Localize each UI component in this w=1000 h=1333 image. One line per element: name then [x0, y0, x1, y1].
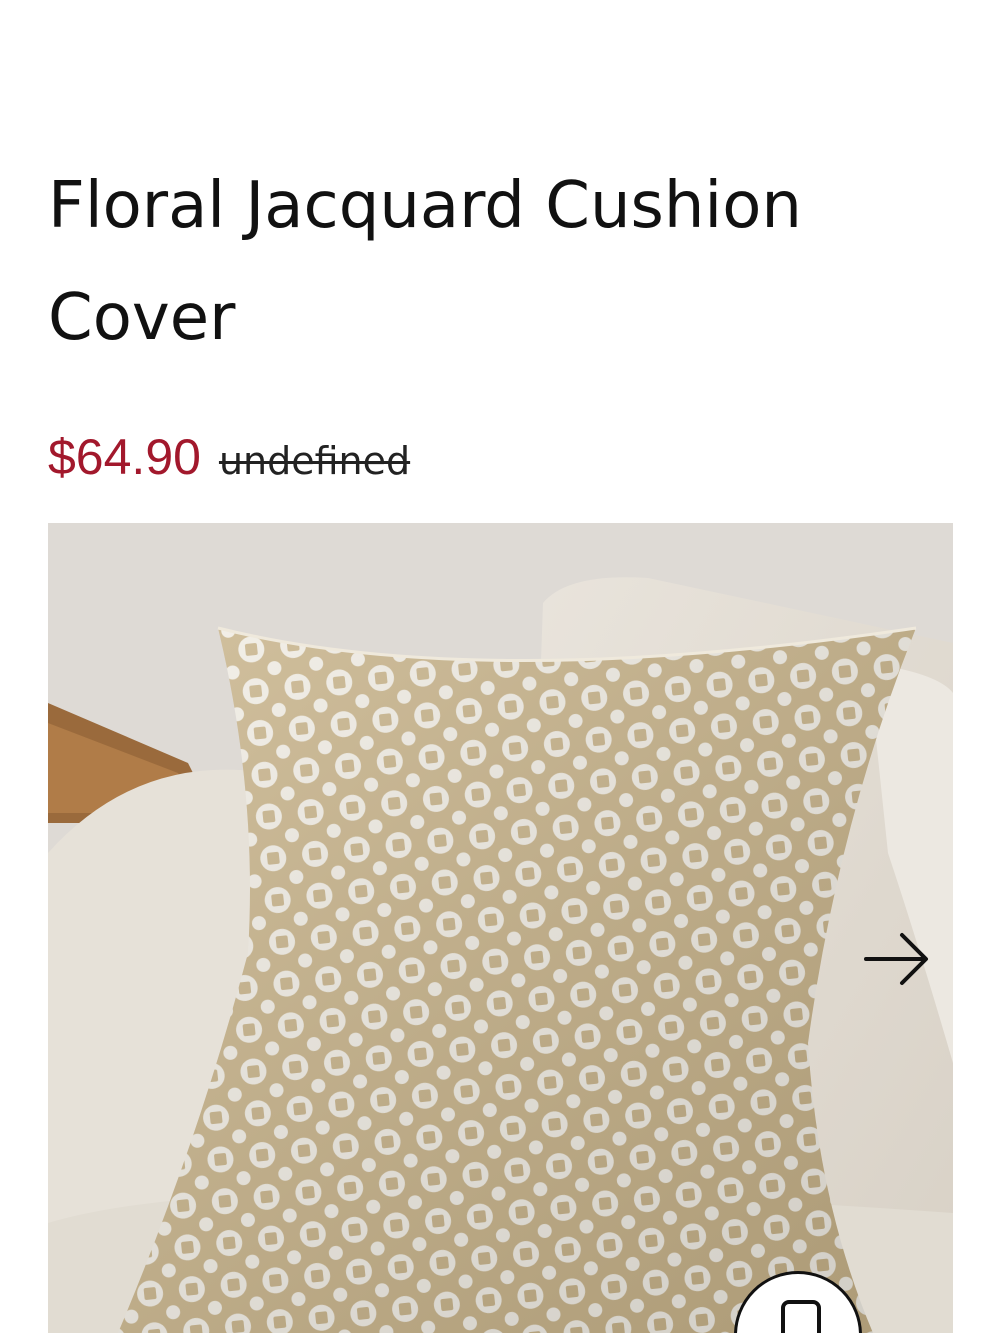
product-title: Floral Jacquard Cushion Cover [48, 169, 802, 355]
product-image-gallery[interactable] [48, 523, 953, 1333]
product-page: Floral Jacquard Cushion Cover $64.90 und… [0, 0, 1000, 1333]
arrow-right-icon [864, 933, 928, 985]
price-original: undefined [218, 439, 411, 483]
next-image-button[interactable] [860, 923, 932, 995]
price-row: $64.90 undefined [48, 425, 410, 493]
price-current: $64.90 [48, 429, 201, 485]
phone-icon [781, 1300, 821, 1333]
cushion-photo [48, 523, 953, 1333]
